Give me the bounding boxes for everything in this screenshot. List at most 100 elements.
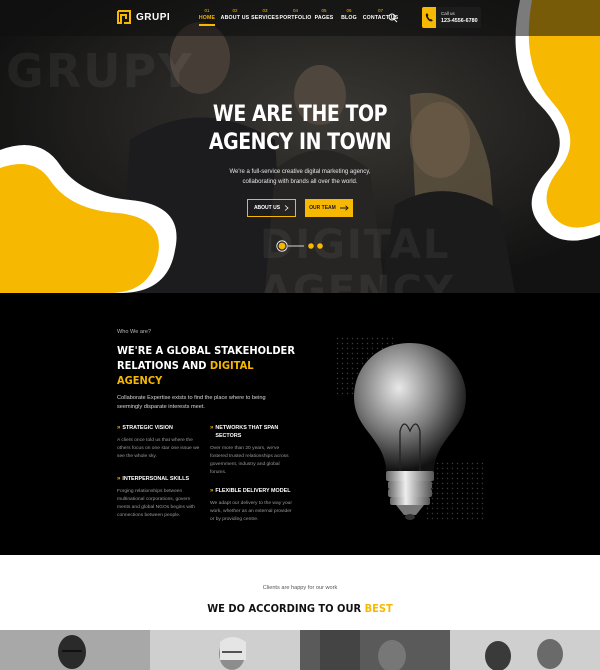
hero-subtitle-line-2: collaborating with brands all over the w… <box>242 179 358 185</box>
light-bulb-image <box>335 336 485 521</box>
clients-section: Clients are happy for our work WE DO ACC… <box>0 555 600 670</box>
feature-title-line: NETWORKS THAT SPAN <box>215 425 279 431</box>
hero-subtitle-line-1: We're a full-service creative digital ma… <box>229 169 371 175</box>
team-photo <box>300 630 450 670</box>
feature-title-line: SECTORS <box>215 433 242 439</box>
feature-title-text: FLEXIBLE DELIVERY MODEL <box>215 487 290 495</box>
nav-item-number: 02 <box>232 8 238 13</box>
call-us-box[interactable]: Call us 123-4556-6780 <box>422 7 481 28</box>
about-us-button-label: ABOUT US <box>253 205 281 211</box>
feature-text-line: multinational corporations, govern <box>117 497 191 502</box>
feature-title: » FLEXIBLE DELIVERY MODEL <box>210 487 300 495</box>
feature-text-line: see the whole sky. <box>117 454 157 459</box>
our-team-button[interactable]: OUR TEAM <box>305 199 353 217</box>
nav-item-label: ABOUT US <box>220 15 250 21</box>
clients-title: WE DO ACCORDING TO OUR BEST <box>30 602 570 615</box>
feature-text-line: or by providing centre. <box>210 517 259 522</box>
call-label: Call us <box>441 11 455 16</box>
feature-text-line: Forging relationships between <box>117 489 183 494</box>
nav-item-portfolio[interactable]: 04 PORTFOLIO <box>279 8 312 26</box>
feature-title-text: INTERPERSONAL SKILLS <box>122 475 189 483</box>
nav-item-label: HOME <box>198 15 216 21</box>
slider-dot-3[interactable] <box>317 243 323 249</box>
nav-item-number: 05 <box>321 8 327 13</box>
feature-text: Over more than 20 years, we've fostered t… <box>210 445 300 477</box>
double-chevron-icon: » <box>117 425 121 431</box>
feature-text-line: connections between people. <box>117 513 181 518</box>
feature-text-line: ments and global NGOs begins with <box>117 505 196 510</box>
feature-networks-that-span-sectors: » NETWORKS THAT SPAN SECTORS Over more than… <box>210 424 300 477</box>
feature-strategic-vision: » STRATEGIC VISION A client once told us t… <box>117 424 207 461</box>
team-photo <box>150 630 300 670</box>
nav-item-label: PORTFOLIO <box>279 15 312 21</box>
about-heading-line-3: AGENCY <box>117 374 163 387</box>
clients-title-plain: WE DO ACCORDING TO OUR <box>207 602 365 615</box>
nav-item-number: 06 <box>346 8 352 13</box>
team-photo <box>450 630 600 670</box>
feature-title-line: FLEXIBLE DELIVERY MODEL <box>215 488 291 494</box>
nav-item-pages[interactable]: 05 PAGES <box>311 8 337 26</box>
hero-slider-dots <box>276 240 323 252</box>
nav-item-number: 07 <box>377 8 383 13</box>
team-card[interactable] <box>300 630 450 670</box>
feature-text-line: forums. <box>210 470 227 475</box>
logo-icon <box>117 10 131 24</box>
feature-flexible-delivery-model: » FLEXIBLE DELIVERY MODEL We adapt our del… <box>210 487 300 524</box>
about-heading-plain: RELATIONS AND <box>117 359 210 372</box>
nav-item-about-us[interactable]: 02 ABOUT US <box>220 8 250 26</box>
logo-text: GRUPI <box>136 11 171 23</box>
hero-section: GRUPY DIGITAL AGENCY GRUPI 01 HOME 02 ABOUT… <box>0 0 600 293</box>
team-card[interactable] <box>450 630 600 670</box>
team-photo <box>0 630 150 670</box>
about-us-button[interactable]: ABOUT US <box>247 199 296 217</box>
feature-title-text: NETWORKS THAT SPAN SECTORS <box>215 424 278 440</box>
feature-text-line: work, whether as an external provider <box>210 509 292 514</box>
slider-dot-2[interactable] <box>308 243 314 249</box>
feature-text: Forging relationships between multination… <box>117 488 207 520</box>
hero-title-line-1: WE ARE THE TOP <box>212 102 388 127</box>
feature-text-line: We adapt our delivery to the way your <box>210 501 293 506</box>
nav-item-number: 03 <box>262 8 268 13</box>
hero-watermark-top: GRUPY <box>6 44 194 98</box>
nav-item-home[interactable]: 01 HOME <box>194 8 220 26</box>
top-navbar: GRUPI 01 HOME 02 ABOUT US 03 SERVICES 04 PORTFO… <box>0 0 600 36</box>
about-heading-accent: DIGITAL <box>209 359 254 372</box>
feature-text: A client once told us that where the othe… <box>117 437 207 461</box>
team-card[interactable] <box>0 630 150 670</box>
nav-item-blog[interactable]: 06 BLOG <box>337 8 361 26</box>
about-desc-line-1: Collaborate Expertise exists to find the… <box>117 395 266 401</box>
feature-title-line: STRATEGIC VISION <box>122 425 173 431</box>
nav-item-number: 04 <box>292 8 298 13</box>
about-heading-line-1: WE'RE A GLOBAL STAKEHOLDER <box>117 344 295 357</box>
nav-item-label: BLOG <box>341 15 357 21</box>
hero-watermark-bottom: DIGITAL AGENCY <box>260 222 455 293</box>
double-chevron-icon: » <box>117 476 121 482</box>
nav-item-number: 01 <box>204 8 210 13</box>
nav-item-label: SERVICES <box>251 15 279 21</box>
double-chevron-icon: » <box>210 425 214 431</box>
double-chevron-icon: » <box>210 488 214 494</box>
call-number: 123-4556-6780 <box>441 18 478 24</box>
feature-title-line: INTERPERSONAL SKILLS <box>122 476 190 482</box>
team-card[interactable] <box>150 630 300 670</box>
about-eyebrow: Who We are? <box>117 329 152 335</box>
about-section: Who We are? WE'RE A GLOBAL STAKEHOLDER R… <box>0 293 600 555</box>
chevron-right-icon <box>284 205 289 211</box>
about-desc-line-2: seemingly disparate interests meet. <box>117 404 205 410</box>
feature-text-line: others focus on one star one issue we <box>117 446 200 451</box>
hero-title-line-2: AGENCY IN TOWN <box>208 130 392 155</box>
our-team-button-label: OUR TEAM <box>309 205 336 211</box>
feature-text-line: A client once told us that where the <box>117 438 193 443</box>
feature-text-line: fostered trusted relationships across <box>210 454 289 459</box>
logo[interactable]: GRUPI <box>116 9 170 25</box>
nav-item-label: PAGES <box>314 15 334 21</box>
nav-item-services[interactable]: 03 SERVICES <box>250 8 280 26</box>
search-icon[interactable] <box>388 13 398 23</box>
feature-interpersonal-skills: » INTERPERSONAL SKILLS Forging relationshi… <box>117 475 207 520</box>
team-photo-strip <box>0 630 600 670</box>
phone-icon <box>425 13 433 22</box>
nav-active-indicator <box>199 24 215 26</box>
clients-title-accent: BEST <box>364 602 393 615</box>
phone-icon-box <box>422 7 436 28</box>
arrow-right-icon <box>339 205 349 211</box>
